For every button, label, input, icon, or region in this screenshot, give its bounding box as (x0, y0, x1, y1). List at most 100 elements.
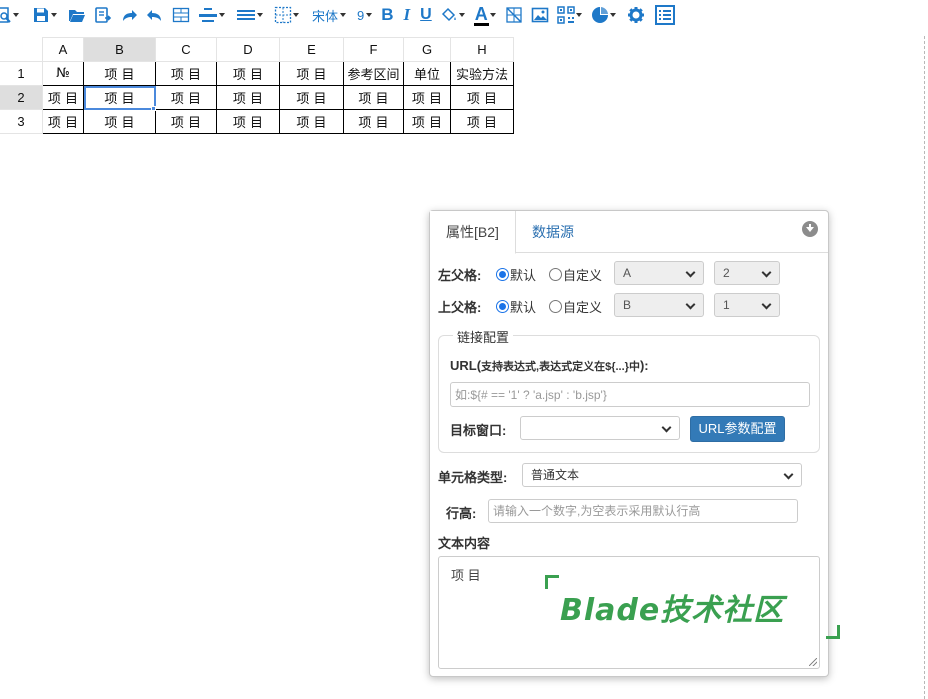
grid-cell[interactable]: № (42, 61, 84, 86)
clear-format-button[interactable] (505, 2, 523, 28)
fill-color-button[interactable] (440, 2, 468, 28)
collapse-panel-icon[interactable] (802, 221, 818, 237)
grid-cell[interactable]: 项 目 (403, 109, 451, 134)
grid-cell[interactable]: 项 目 (403, 85, 451, 110)
grid-cell[interactable]: 项 目 (42, 109, 84, 134)
grid-cell[interactable]: 项 目 (279, 85, 344, 110)
row-header[interactable]: 2 (0, 85, 43, 110)
target-window-select[interactable] (520, 416, 680, 440)
grid-cell[interactable]: 项 目 (450, 85, 514, 110)
selection-fill-handle[interactable] (151, 106, 156, 111)
cell-type-label: 单元格类型: (438, 470, 508, 485)
grid-cell[interactable]: 项 目 (343, 85, 404, 110)
clear-format-icon (505, 6, 523, 24)
left-parent-default-radio[interactable]: 默认 (496, 265, 536, 284)
valign-button[interactable] (236, 2, 266, 28)
underline-button[interactable]: U (416, 2, 436, 28)
column-header[interactable]: A (42, 37, 84, 62)
select-value: 2 (723, 266, 730, 280)
grid-cell[interactable]: 项 目 (450, 109, 514, 134)
chevron-down-icon (575, 13, 582, 17)
chevron-down-icon (609, 13, 616, 17)
radio-label: 自定义 (563, 300, 603, 315)
column-header[interactable]: G (403, 37, 451, 62)
url-placeholder: 如:${# == '1' ? 'a.jsp' : 'b.jsp'} (455, 388, 607, 402)
top-parent-custom-radio[interactable]: 自定义 (549, 297, 602, 316)
left-parent-column-select[interactable]: A (614, 261, 704, 285)
preview-button[interactable] (0, 2, 22, 28)
grid-cell[interactable]: 项 目 (279, 109, 344, 134)
grid-cell[interactable]: 项 目 (279, 61, 344, 86)
grid-cell[interactable]: 实验方法 (450, 61, 514, 86)
bold-button[interactable]: B (377, 2, 397, 28)
grid-cell[interactable]: 项 目 (343, 109, 404, 134)
grid-cell[interactable]: 参考区间 (343, 61, 404, 86)
font-family-select[interactable]: 宋体 (308, 2, 349, 28)
undo-button[interactable] (146, 2, 164, 28)
merge-cells-button[interactable] (172, 2, 190, 28)
left-parent-custom-radio[interactable]: 自定义 (549, 265, 602, 284)
top-parent-row-select[interactable]: 1 (714, 293, 780, 317)
align-center-icon (198, 6, 218, 24)
grid-cell[interactable]: 项 目 (155, 85, 217, 110)
grid-cell[interactable]: 项 目 (83, 61, 156, 86)
grid-cell[interactable]: 单位 (403, 61, 451, 86)
left-parent-row-select[interactable]: 2 (714, 261, 780, 285)
grid-cell[interactable]: 项 目 (216, 85, 280, 110)
grid-cell[interactable]: 项 目 (155, 61, 217, 86)
column-header[interactable]: D (216, 37, 280, 62)
save-button[interactable] (32, 2, 60, 28)
properties-panel-button[interactable] (654, 2, 675, 28)
url-params-button[interactable]: URL参数配置 (690, 416, 785, 442)
font-color-button[interactable]: A (473, 2, 499, 28)
chart-button[interactable] (591, 2, 619, 28)
italic-button[interactable]: I (400, 2, 415, 28)
grid-cell[interactable]: 项 目 (155, 109, 217, 134)
tab-properties[interactable]: 属性[B2] (430, 211, 516, 254)
row-header[interactable]: 1 (0, 61, 43, 86)
undo-icon (146, 6, 164, 24)
merge-cells-icon (172, 6, 190, 24)
grid-cell[interactable]: 项 目 (42, 85, 84, 110)
column-header[interactable]: C (155, 37, 217, 62)
align-button[interactable] (198, 2, 228, 28)
table-row: 1 № 项 目 项 目 项 目 项 目 参考区间 单位 实验方法 (0, 61, 514, 86)
cell-type-select[interactable]: 普通文本 (522, 463, 802, 487)
url-input[interactable]: 如:${# == '1' ? 'a.jsp' : 'b.jsp'} (450, 382, 810, 407)
column-header[interactable]: B (83, 37, 156, 62)
grid-cell[interactable]: 项 目 (83, 109, 156, 134)
resize-grip-icon[interactable] (809, 658, 817, 666)
row-height-input[interactable]: 请输入一个数字,为空表示采用默认行高 (488, 499, 798, 523)
grid-cell[interactable]: 项 目 (216, 61, 280, 86)
chevron-down-icon (685, 267, 696, 278)
top-parent-default-radio[interactable]: 默认 (496, 297, 536, 316)
border-icon (274, 6, 292, 24)
column-header[interactable]: F (343, 37, 404, 62)
image-button[interactable] (531, 2, 549, 28)
column-header-row: A B C D E F G H (0, 37, 514, 62)
redo-button[interactable] (120, 2, 138, 28)
column-header[interactable]: E (279, 37, 344, 62)
top-parent-label: 上父格: (438, 300, 482, 315)
grid-cell[interactable]: 项 目 (216, 109, 280, 134)
radio-checked-icon (496, 300, 509, 313)
radio-label: 默认 (510, 268, 537, 283)
top-parent-column-select[interactable]: B (614, 293, 704, 317)
toolbar: 宋体 9 B I U A (0, 0, 928, 30)
radio-checked-icon (496, 268, 509, 281)
open-button[interactable] (68, 2, 86, 28)
font-size-select[interactable]: 9 (353, 2, 375, 28)
selected-grid-cell[interactable]: 项 目 (83, 85, 156, 110)
settings-button[interactable] (627, 2, 645, 28)
import-button[interactable] (94, 2, 112, 28)
corner-cell[interactable] (0, 37, 43, 62)
tab-datasource[interactable]: 数据源 (516, 211, 590, 253)
column-header[interactable]: H (450, 37, 514, 62)
list-panel-icon (654, 5, 675, 25)
qrcode-button[interactable] (556, 2, 585, 28)
row-header[interactable]: 3 (0, 109, 43, 134)
chevron-down-icon (293, 13, 299, 17)
italic-icon: I (403, 5, 411, 24)
font-family-value: 宋体 (312, 8, 339, 24)
border-button[interactable] (274, 2, 302, 28)
